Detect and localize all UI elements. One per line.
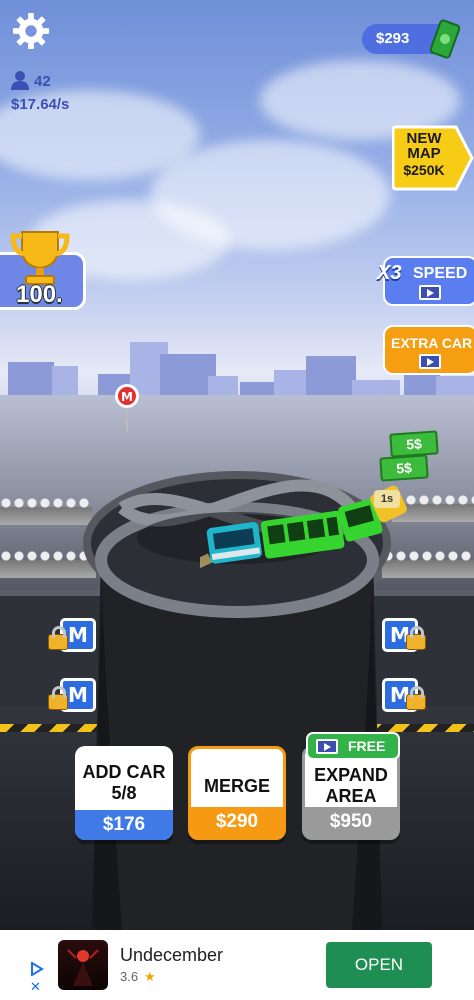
add-car-label: ADD CAR 5/8 (75, 762, 173, 804)
free-tag[interactable]: FREE (306, 732, 400, 760)
crowd-left-upper (0, 495, 92, 535)
merge-button[interactable]: MERGE $290 (188, 746, 286, 840)
speed-boost-button[interactable]: X3 SPEED (377, 256, 474, 306)
merge-label: MERGE (203, 776, 270, 796)
lock-icon (48, 626, 68, 650)
person-icon (11, 71, 29, 90)
new-map-line1: NEW (406, 130, 442, 147)
expand-line1: EXPAND (314, 765, 388, 785)
ad-rating: 3.6 (120, 969, 139, 984)
video-ad-icon (419, 285, 441, 300)
settings-gear-icon[interactable] (12, 12, 50, 50)
add-car-button[interactable]: ADD CAR 5/8 $176 (75, 746, 173, 840)
new-map-label: NEW MAP $250K (396, 131, 452, 179)
ad-open-button[interactable]: OPEN (326, 942, 432, 988)
trophy-score: 100. (16, 281, 63, 308)
trophy-icon (10, 231, 70, 285)
svg-text:M: M (121, 390, 133, 404)
cash-stack-icon (430, 19, 460, 59)
money-amount: $293 (376, 30, 410, 47)
cash-popup: 5$ (379, 454, 429, 482)
free-label: FREE (348, 738, 386, 754)
ad-close-icon[interactable]: ✕ (30, 980, 44, 994)
cash-popup: 5$ (389, 430, 439, 458)
extra-car-label: EXTRA CAR (391, 335, 473, 351)
expand-line2: AREA (325, 786, 377, 806)
add-car-title: ADD CAR (82, 762, 166, 782)
speed-label: SPEED (413, 265, 468, 282)
extra-car-button[interactable]: EXTRA CAR (383, 325, 474, 375)
ad-app-icon[interactable] (58, 940, 108, 990)
ad-choices-icon[interactable] (30, 962, 44, 976)
lock-icon (406, 626, 426, 650)
expand-area-price: $950 (305, 807, 397, 837)
income-rate: $17.64/s (11, 96, 70, 113)
timer-badge: 1s (374, 490, 400, 508)
ad-app-name[interactable]: Undecember (120, 945, 223, 966)
lock-icon (406, 686, 426, 710)
new-map-line2: MAP (407, 145, 441, 162)
video-ad-icon (316, 739, 338, 754)
video-ad-icon (419, 354, 441, 369)
expand-area-label: EXPAND AREA (305, 765, 397, 807)
station-sign-icon: M (115, 384, 139, 432)
merge-price: $290 (191, 807, 283, 837)
expand-area-button[interactable]: EXPAND AREA $950 (302, 746, 400, 840)
player-count: 42 (34, 73, 51, 90)
star-icon: ★ (144, 969, 156, 984)
lock-icon (48, 686, 68, 710)
speed-multiplier: X3 (377, 262, 402, 284)
add-car-price: $176 (75, 810, 173, 840)
new-map-price: $250K (403, 162, 445, 178)
add-car-count: 5/8 (111, 783, 137, 803)
